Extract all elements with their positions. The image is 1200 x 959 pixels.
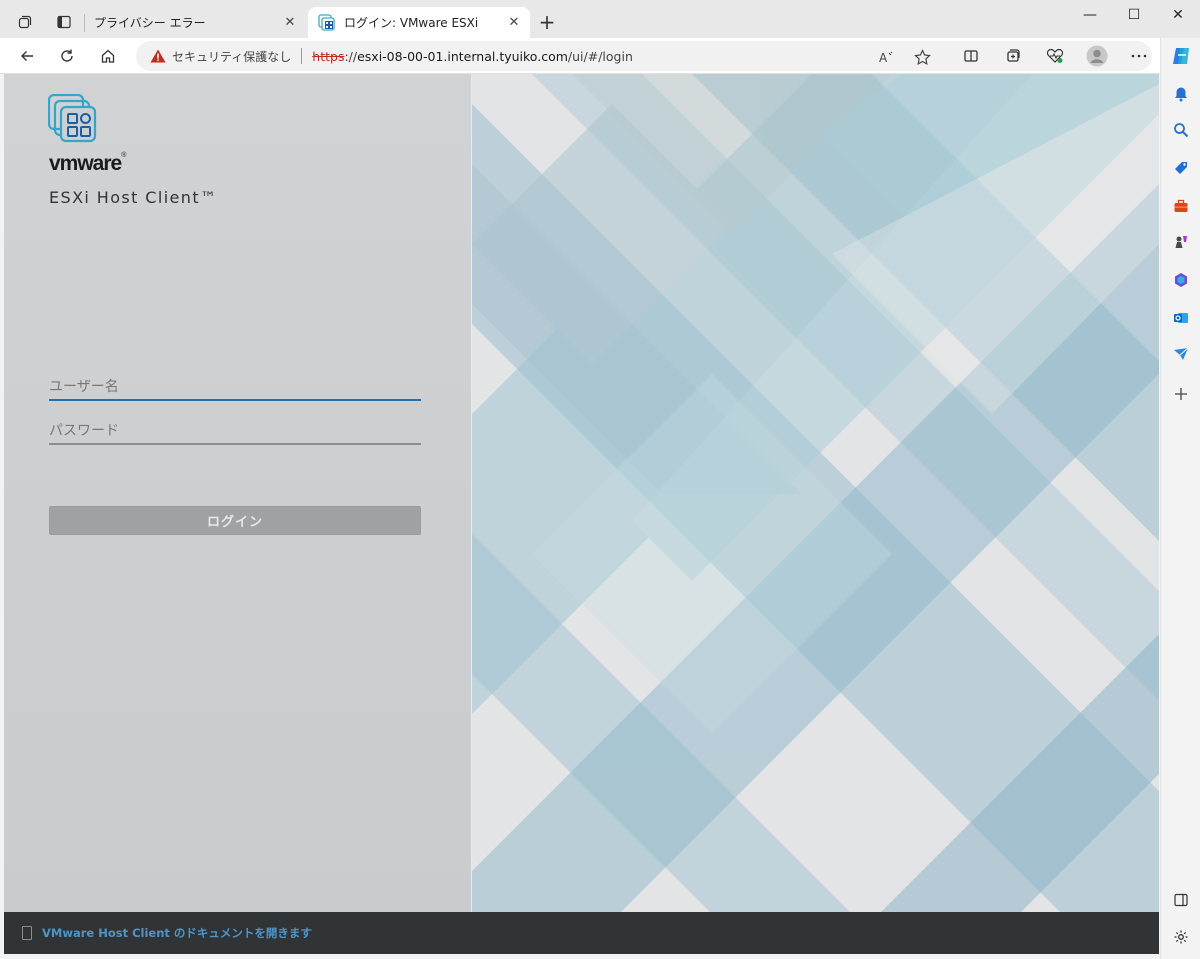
tab-strip: プライバシー エラー ✕ ログイン: VMware ESXi ✕ + — ☐ ✕ bbox=[0, 0, 1200, 38]
add-icon[interactable] bbox=[1169, 382, 1193, 406]
documentation-link[interactable]: VMware Host Client のドキュメントを開きます bbox=[42, 925, 312, 941]
notifications-icon[interactable] bbox=[1169, 82, 1193, 106]
vertical-tabs-icon[interactable] bbox=[50, 8, 78, 36]
split-screen-icon[interactable] bbox=[956, 42, 986, 70]
copilot-icon[interactable] bbox=[1169, 44, 1193, 68]
refresh-icon[interactable] bbox=[52, 42, 82, 70]
product-name: ESXi Host Client™ bbox=[49, 188, 218, 207]
url-path: /ui/#/login bbox=[567, 48, 633, 64]
drop-icon[interactable] bbox=[1169, 342, 1193, 366]
more-icon[interactable] bbox=[1124, 42, 1154, 70]
close-tab-icon[interactable]: ✕ bbox=[282, 15, 298, 31]
url-host: esxi-08-00-01.internal.tyuiko.com bbox=[357, 48, 568, 64]
url-text[interactable]: https://esxi-08-00-01.internal.tyuiko.co… bbox=[312, 49, 633, 64]
tab-actions-icon[interactable] bbox=[11, 8, 39, 36]
page-viewport: vmware® ESXi Host Client™ ログイン bbox=[4, 74, 1159, 954]
svg-text:A: A bbox=[879, 51, 888, 65]
collections-icon[interactable] bbox=[998, 42, 1028, 70]
read-aloud-icon[interactable]: A bbox=[876, 48, 896, 66]
footer-bar: VMware Host Client のドキュメントを開きます bbox=[4, 912, 1159, 954]
login-button[interactable]: ログイン bbox=[49, 506, 421, 535]
profile-icon[interactable] bbox=[1082, 42, 1112, 70]
url-scheme-separator: :// bbox=[344, 48, 358, 64]
tab-label: プライバシー エラー bbox=[94, 16, 206, 30]
games-icon[interactable] bbox=[1169, 230, 1193, 254]
username-field[interactable] bbox=[49, 375, 421, 401]
microsoft-365-icon[interactable] bbox=[1169, 268, 1193, 292]
security-status-label[interactable]: セキュリティ保護なし bbox=[172, 48, 291, 65]
tab-esxi-login[interactable]: ログイン: VMware ESXi ✕ bbox=[308, 7, 530, 38]
browser-toolbar: セキュリティ保護なし https://esxi-08-00-01.interna… bbox=[0, 38, 1200, 74]
login-panel: vmware® ESXi Host Client™ ログイン bbox=[4, 74, 471, 912]
vmware-logo-icon bbox=[48, 94, 97, 143]
edge-sidebar bbox=[1160, 38, 1200, 959]
hide-sidebar-icon[interactable] bbox=[1169, 888, 1193, 912]
tab-label: ログイン: VMware ESXi bbox=[344, 16, 479, 30]
tools-icon[interactable] bbox=[1169, 194, 1193, 218]
settings-icon[interactable] bbox=[1169, 925, 1193, 949]
browser-essentials-icon[interactable] bbox=[1040, 42, 1070, 70]
home-icon[interactable] bbox=[93, 42, 123, 70]
vmware-favicon-icon bbox=[318, 13, 335, 31]
favorite-star-icon[interactable] bbox=[912, 48, 932, 66]
shopping-icon[interactable] bbox=[1169, 156, 1193, 180]
not-secure-warning-icon[interactable] bbox=[150, 49, 166, 63]
new-tab-button[interactable]: + bbox=[533, 8, 561, 36]
maximize-button[interactable]: ☐ bbox=[1112, 0, 1156, 30]
vmware-wordmark: vmware® bbox=[49, 152, 126, 176]
registered-mark: ® bbox=[121, 152, 126, 159]
address-divider bbox=[301, 48, 303, 64]
url-scheme: https bbox=[312, 48, 345, 64]
outlook-icon[interactable] bbox=[1169, 306, 1193, 330]
back-icon[interactable] bbox=[12, 42, 42, 70]
brand-text: vmware bbox=[49, 152, 122, 175]
decorative-background bbox=[472, 74, 1159, 912]
document-icon bbox=[22, 926, 32, 940]
close-tab-icon[interactable]: ✕ bbox=[506, 15, 522, 31]
search-icon[interactable] bbox=[1169, 118, 1193, 142]
minimize-button[interactable]: — bbox=[1068, 0, 1112, 30]
password-field[interactable] bbox=[49, 419, 421, 445]
close-window-button[interactable]: ✕ bbox=[1156, 0, 1200, 30]
tab-privacy-error[interactable]: プライバシー エラー ✕ bbox=[84, 7, 306, 38]
